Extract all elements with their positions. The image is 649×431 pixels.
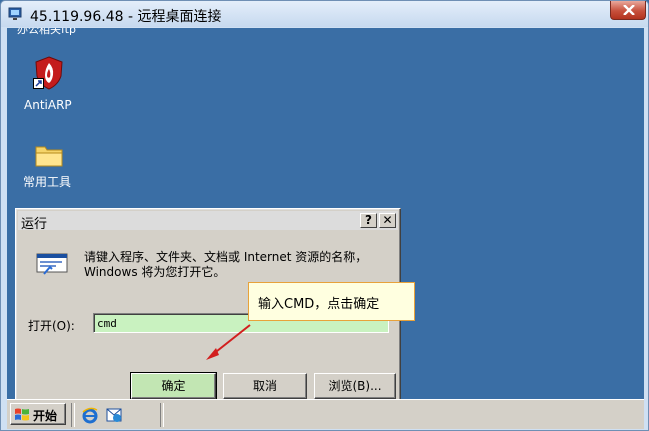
annotation-text: 输入CMD，点击确定 — [258, 297, 380, 312]
close-button[interactable] — [610, 1, 646, 20]
taskbar: 开始 — [7, 399, 644, 429]
remote-desktop-icon — [8, 7, 22, 20]
windows-logo-icon — [15, 408, 29, 421]
rdp-titlebar[interactable]: 45.119.96.48 - 远程桌面连接 — [1, 1, 648, 27]
taskbar-separator — [160, 403, 164, 427]
rdp-window: 45.119.96.48 - 远程桌面连接 办公相关ftp AntiARP 常用… — [0, 0, 649, 431]
ie-icon[interactable] — [81, 406, 99, 424]
outlook-express-icon[interactable] — [105, 406, 123, 424]
taskbar-separator — [71, 403, 75, 427]
annotation-callout: 输入CMD，点击确定 — [248, 282, 415, 321]
remote-desktop: 办公相关ftp AntiARP 常用工具 运行 ? ✕ 请键入程序、文件夹、文档… — [7, 28, 644, 399]
window-title: 45.119.96.48 - 远程桌面连接 — [30, 9, 222, 25]
start-button[interactable]: 开始 — [10, 403, 66, 425]
close-icon — [623, 5, 635, 15]
annotation-arrow — [206, 324, 251, 360]
start-label: 开始 — [33, 409, 58, 423]
